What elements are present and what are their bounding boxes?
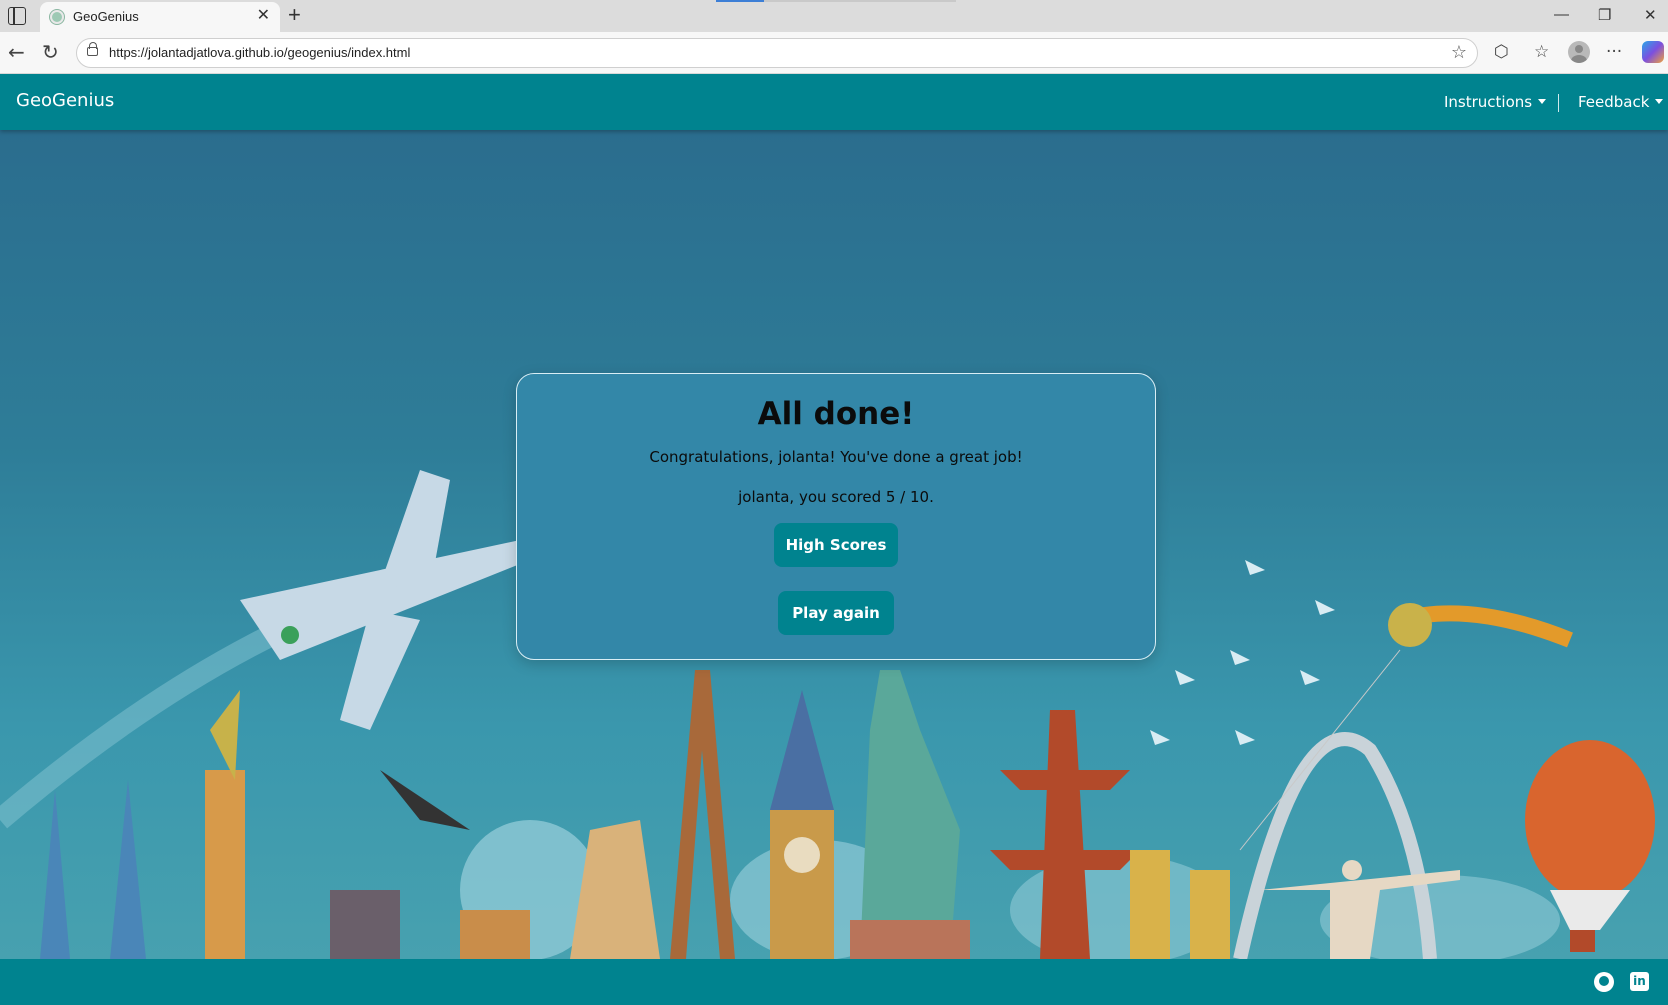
- sidebar-toggle-icon[interactable]: [8, 7, 26, 25]
- extensions-icon[interactable]: ⬡: [1494, 42, 1509, 62]
- rock-icon: [330, 890, 400, 959]
- tab-title: GeoGenius: [73, 9, 139, 24]
- browser-tab-bar: GeoGenius ✕ + — ❐ ✕: [0, 0, 1668, 32]
- site-navbar: GeoGenius Instructions Feedback: [0, 74, 1668, 130]
- star-icon[interactable]: ☆: [1451, 42, 1467, 63]
- url-field[interactable]: https://jolantadjatlova.github.io/geogen…: [76, 38, 1478, 68]
- tab-close-icon[interactable]: ✕: [257, 8, 270, 24]
- new-tab-button[interactable]: +: [288, 4, 301, 26]
- browser-address-bar: ← ↻ https://jolantadjatlova.github.io/ge…: [0, 32, 1668, 74]
- page: GeoGenius Instructions Feedback All done…: [0, 74, 1668, 1005]
- back-icon[interactable]: ←: [8, 41, 25, 63]
- minimize-button[interactable]: —: [1554, 6, 1569, 23]
- play-again-button[interactable]: Play again: [778, 591, 894, 635]
- score-text: jolanta, you scored 5 / 10.: [738, 488, 934, 506]
- nav-divider: [1558, 94, 1559, 112]
- browser-tab[interactable]: GeoGenius ✕: [40, 2, 280, 32]
- favorites-icon[interactable]: ☆: [1534, 42, 1549, 62]
- favicon-icon: [50, 10, 64, 24]
- high-scores-button[interactable]: High Scores: [774, 523, 898, 567]
- linkedin-icon[interactable]: in: [1630, 972, 1649, 991]
- towers-icon: [40, 780, 146, 959]
- column-icon: [205, 770, 245, 959]
- gate-icon: [1130, 850, 1170, 959]
- statue-of-liberty-icon: [850, 670, 970, 959]
- close-window-button[interactable]: ✕: [1644, 6, 1657, 24]
- site-brand[interactable]: GeoGenius: [16, 90, 114, 111]
- restore-button[interactable]: ❐: [1598, 6, 1611, 24]
- results-modal: All done! Congratulations, jolanta! You'…: [516, 373, 1156, 660]
- reload-icon[interactable]: ↻: [42, 41, 59, 63]
- instructions-label: Instructions: [1444, 93, 1533, 111]
- airplane-icon: [240, 470, 530, 730]
- caret-down-icon: [1655, 99, 1664, 104]
- congratulations-message: Congratulations, jolanta! You've done a …: [649, 448, 1023, 466]
- building-icon: [460, 910, 530, 959]
- modal-title: All done!: [757, 396, 915, 432]
- big-ben-icon: [770, 690, 834, 959]
- eagle-icon: [380, 770, 470, 830]
- pisa-tower-icon: [570, 820, 660, 959]
- birds-icon: [1150, 560, 1335, 745]
- url-text[interactable]: https://jolantadjatlova.github.io/geogen…: [109, 45, 410, 60]
- feedback-label: Feedback: [1578, 93, 1650, 111]
- github-icon[interactable]: [1594, 972, 1614, 992]
- more-options-icon[interactable]: ···: [1606, 42, 1622, 62]
- lock-icon[interactable]: [87, 42, 98, 56]
- caret-down-icon: [1538, 99, 1547, 104]
- site-footer: in: [0, 959, 1668, 1005]
- loading-indicator: [716, 0, 956, 2]
- eiffel-tower-icon: [670, 670, 735, 959]
- profile-avatar[interactable]: [1568, 41, 1590, 63]
- instructions-dropdown[interactable]: Instructions: [1444, 93, 1547, 111]
- feedback-dropdown[interactable]: Feedback: [1578, 93, 1664, 111]
- copilot-icon[interactable]: [1642, 41, 1664, 63]
